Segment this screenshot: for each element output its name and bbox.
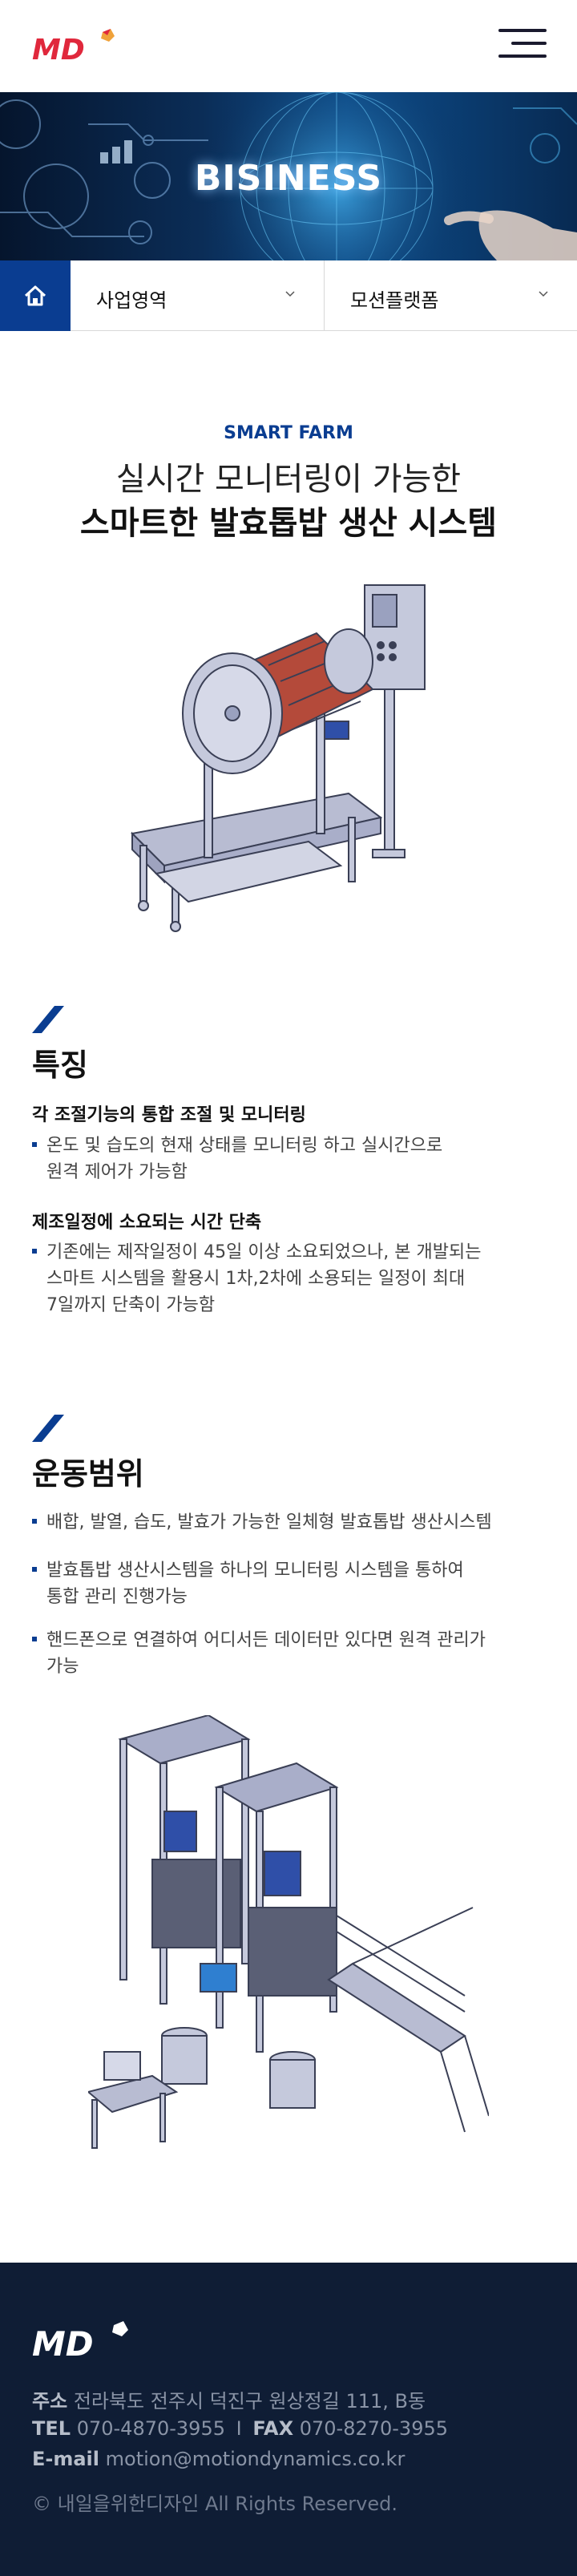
production-system-illustration bbox=[88, 1715, 489, 2149]
hero-title: BISINESS bbox=[194, 158, 383, 199]
scope-line: 배합, 발열, 습도, 발효가 가능한 일체형 발효톱밥 생산시스템 bbox=[46, 1512, 492, 1532]
logo-text: MD bbox=[32, 34, 85, 66]
category-dropdown[interactable]: 사업영역 bbox=[71, 260, 325, 331]
feature-subtitle: 각 조절기능의 통합 조절 및 모니터링 bbox=[32, 1105, 306, 1125]
feature-line: 온도 및 습도의 현재 상태를 모니터링 하고 실시간으로 bbox=[46, 1136, 443, 1156]
feature-line: 기존에는 제작일정이 45일 이상 소요되었으나, 본 개발되는 bbox=[46, 1242, 482, 1262]
scope-title: 운동범위 bbox=[32, 1456, 144, 1492]
address-value: 전라북도 전주시 덕진구 원상정길 111, B동 bbox=[73, 2390, 426, 2412]
tel-label: TEL bbox=[32, 2417, 71, 2440]
scope-item: 핸드폰으로 연결하여 어디서든 데이터만 있다면 원격 관리가 가능 bbox=[32, 1627, 545, 1680]
chevron-down-icon bbox=[285, 291, 295, 297]
features-title: 특징 bbox=[32, 1048, 88, 1083]
feature-description: 기존에는 제작일정이 45일 이상 소요되었으나, 본 개발되는 스마트 시스템… bbox=[32, 1239, 545, 1318]
scope-line: 핸드폰으로 연결하여 어디서든 데이터만 있다면 원격 관리가 bbox=[46, 1630, 486, 1650]
home-button[interactable] bbox=[0, 260, 71, 331]
chevron-down-icon bbox=[539, 291, 548, 297]
footer-address: 주소 전라북도 전주시 덕진구 원상정길 111, B동 bbox=[32, 2385, 426, 2413]
platform-dropdown-label: 모션플랫폼 bbox=[350, 289, 439, 312]
feature-line: 스마트 시스템을 활용시 1차,2차에 소용되는 일정이 최대 bbox=[46, 1269, 466, 1289]
fax-value: 070-8270-3955 bbox=[299, 2417, 449, 2440]
section-slash-icon bbox=[32, 1006, 64, 1033]
footer-logo-text: MD bbox=[32, 2324, 94, 2363]
footer-email: E-mail motion@motiondynamics.co.kr bbox=[32, 2448, 405, 2470]
email-value[interactable]: motion@motiondynamics.co.kr bbox=[106, 2448, 406, 2470]
headline-line2: 스마트한 발효톱밥 생산 시스템 bbox=[79, 505, 498, 542]
feature-description: 온도 및 습도의 현재 상태를 모니터링 하고 실시간으로 원격 제어가 가능함 bbox=[32, 1133, 545, 1185]
feature-subtitle: 제조일정에 소요되는 시간 단축 bbox=[32, 1213, 262, 1233]
footer-logo: MD bbox=[32, 2321, 128, 2363]
platform-dropdown[interactable]: 모션플랫폼 bbox=[325, 260, 577, 331]
feature-line: 원격 제어가 가능함 bbox=[46, 1162, 188, 1182]
section-kicker: SMART FARM bbox=[224, 423, 353, 443]
fax-label: FAX bbox=[252, 2417, 294, 2440]
header: MD bbox=[0, 0, 577, 92]
scope-item: 배합, 발열, 습도, 발효가 가능한 일체형 발효톱밥 생산시스템 bbox=[32, 1509, 545, 1536]
logo[interactable]: MD bbox=[32, 27, 120, 66]
feature-line: 7일까지 단축이 가능함 bbox=[46, 1295, 216, 1315]
hamburger-menu-icon[interactable] bbox=[497, 26, 547, 63]
hero-banner: BISINESS bbox=[0, 92, 577, 260]
address-label: 주소 bbox=[32, 2390, 68, 2412]
footer-copyright: © 내일을위한디자인 All Rights Reserved. bbox=[32, 2493, 397, 2515]
email-label: E-mail bbox=[32, 2448, 100, 2470]
tel-value[interactable]: 070-4870-3955 bbox=[77, 2417, 225, 2440]
section-slash-icon bbox=[32, 1415, 64, 1442]
scope-item: 발효톱밥 생산시스템을 하나의 모니터링 시스템을 통하여 통합 관리 진행가능 bbox=[32, 1557, 545, 1610]
category-dropdown-label: 사업영역 bbox=[96, 289, 167, 312]
sub-navigation: 사업영역 모션플랫폼 bbox=[0, 260, 577, 331]
footer-contact: TEL 070-4870-3955 I FAX 070-8270-3955 bbox=[32, 2417, 448, 2440]
headline-line1: 실시간 모니터링이 가능한 bbox=[115, 461, 462, 498]
fermentation-drum-illustration bbox=[130, 584, 426, 932]
separator: I bbox=[236, 2417, 242, 2440]
scope-line: 발효톱밥 생산시스템을 하나의 모니터링 시스템을 통하여 bbox=[46, 1561, 464, 1581]
scope-line: 통합 관리 진행가능 bbox=[46, 1587, 188, 1607]
scope-line: 가능 bbox=[46, 1657, 79, 1677]
home-icon bbox=[24, 285, 46, 306]
